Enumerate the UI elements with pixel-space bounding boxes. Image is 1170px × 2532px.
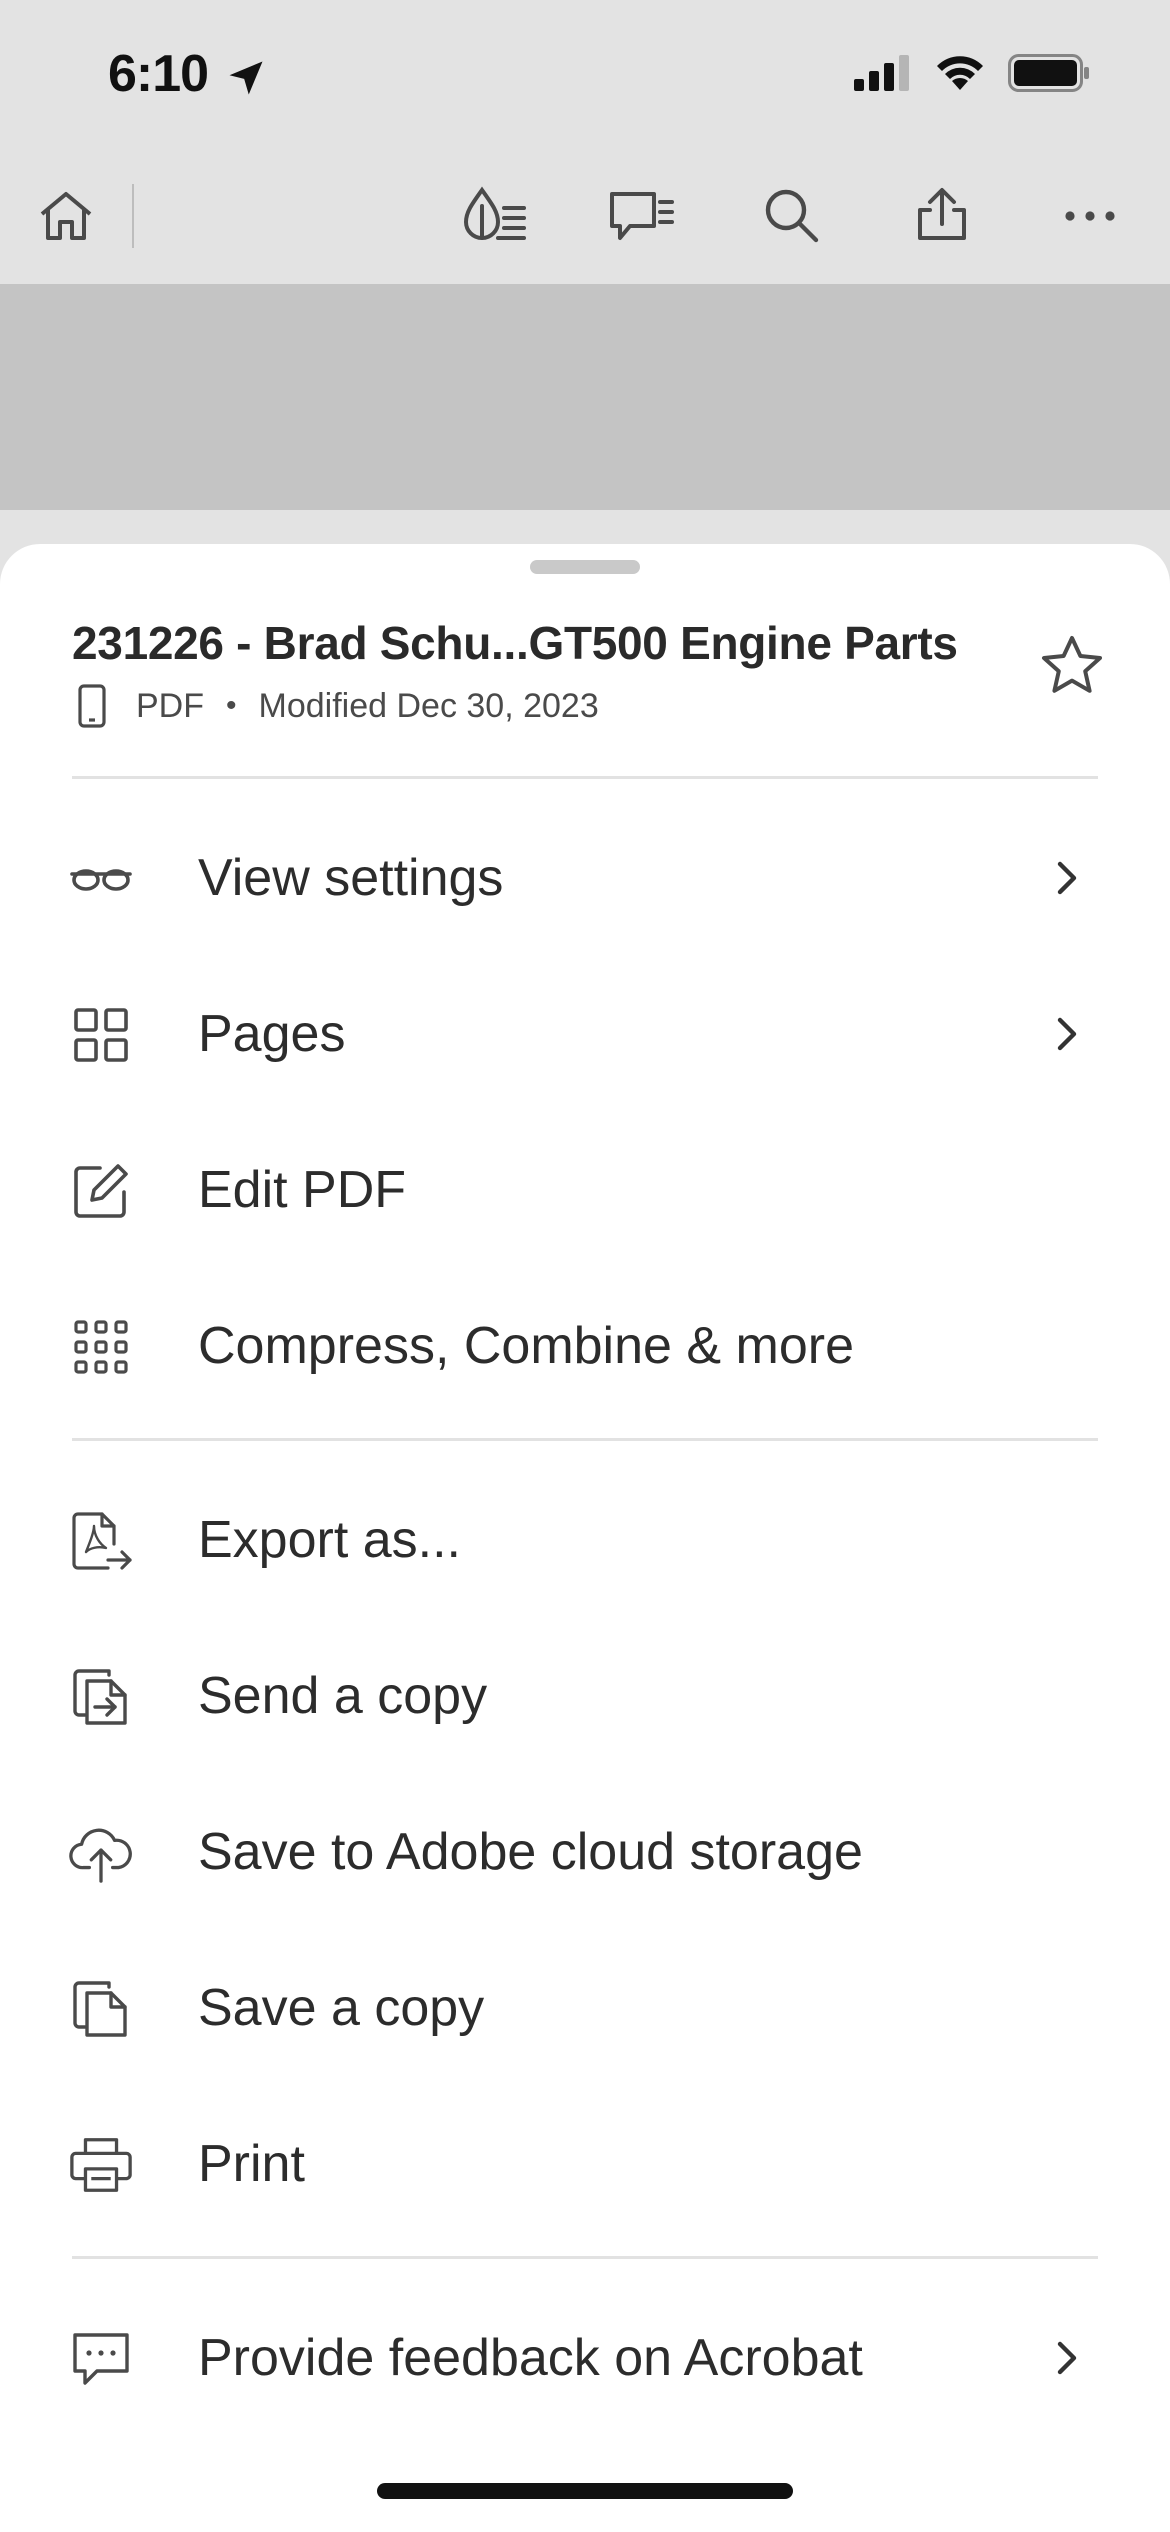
copy-icon (68, 1976, 134, 2042)
menu-item-label: Compress, Combine & more (198, 1317, 854, 1375)
divider (72, 1438, 1098, 1441)
status-indicators (854, 54, 1090, 92)
more-icon (1065, 211, 1115, 221)
edit-icon (68, 1158, 134, 1224)
device-icon (78, 684, 106, 728)
menu-item-compress-combine[interactable]: Compress, Combine & more (0, 1268, 1170, 1424)
glasses-icon (68, 846, 134, 912)
status-time: 6:10 (108, 45, 209, 103)
chevron-right-icon (1057, 861, 1077, 895)
apps-icon (68, 1314, 134, 1380)
document-meta: PDF • Modified Dec 30, 2023 (72, 684, 599, 728)
sheet-grabber[interactable] (530, 560, 640, 574)
printer-icon (68, 2132, 134, 2198)
cellular-signal-icon (854, 55, 912, 91)
meta-separator: • (226, 689, 237, 722)
search-button[interactable] (750, 174, 834, 258)
home-icon (40, 192, 92, 240)
menu-item-label: View settings (198, 849, 504, 907)
comment-icon (610, 192, 674, 240)
location-arrow-icon (224, 56, 268, 100)
menu-item-save-copy[interactable]: Save a copy (0, 1930, 1170, 2086)
feedback-icon (68, 2326, 134, 2392)
menu-item-label: Save a copy (198, 1979, 485, 2037)
menu-item-label: Pages (198, 1005, 346, 1063)
menu-item-print[interactable]: Print (0, 2086, 1170, 2242)
document-menu-sheet: 231226 - Brad Schu...GT500 Engine Parts … (0, 544, 1170, 2532)
cloud-upload-icon (68, 1820, 134, 1886)
menu-item-label: Save to Adobe cloud storage (198, 1823, 863, 1881)
send-copy-icon (68, 1664, 134, 1730)
document-modified: Modified Dec 30, 2023 (258, 686, 599, 725)
home-indicator[interactable] (377, 2483, 793, 2499)
document-title: 231226 - Brad Schu...GT500 Engine Parts (72, 617, 958, 669)
share-icon (918, 188, 966, 240)
chevron-right-icon (1057, 2341, 1077, 2375)
menu-item-label: Print (198, 2135, 305, 2193)
document-view[interactable] (0, 284, 1170, 510)
battery-icon (1008, 54, 1090, 92)
reading-mode-icon (463, 186, 526, 240)
top-toolbar (0, 150, 1170, 284)
menu-item-pages[interactable]: Pages (0, 956, 1170, 1112)
export-pdf-icon (68, 1508, 134, 1574)
search-icon (765, 189, 819, 243)
menu-item-send-copy[interactable]: Send a copy (0, 1618, 1170, 1774)
share-button[interactable] (900, 174, 984, 258)
star-icon (1042, 636, 1102, 693)
home-button[interactable] (24, 174, 108, 258)
menu-item-view-settings[interactable]: View settings (0, 800, 1170, 956)
menu-item-save-cloud[interactable]: Save to Adobe cloud storage (0, 1774, 1170, 1930)
status-bar: 6:10 (0, 0, 1170, 150)
reading-mode-button[interactable] (452, 174, 536, 258)
wifi-icon (934, 54, 986, 92)
more-button[interactable] (1048, 174, 1132, 258)
grid-icon (68, 1002, 134, 1068)
menu-item-label: Export as... (198, 1511, 461, 1569)
chevron-right-icon (1057, 1017, 1077, 1051)
divider (72, 776, 1098, 779)
comment-button[interactable] (600, 174, 684, 258)
menu-item-label: Provide feedback on Acrobat (198, 2329, 863, 2387)
toolbar-divider (132, 184, 134, 248)
menu-item-feedback[interactable]: Provide feedback on Acrobat (0, 2280, 1170, 2436)
menu-item-export-as[interactable]: Export as... (0, 1462, 1170, 1618)
divider (72, 2256, 1098, 2259)
menu-item-label: Send a copy (198, 1667, 488, 1725)
favorite-button[interactable] (1038, 632, 1106, 700)
menu-item-edit-pdf[interactable]: Edit PDF (0, 1112, 1170, 1268)
document-type: PDF (136, 686, 204, 725)
menu-item-label: Edit PDF (198, 1161, 407, 1219)
